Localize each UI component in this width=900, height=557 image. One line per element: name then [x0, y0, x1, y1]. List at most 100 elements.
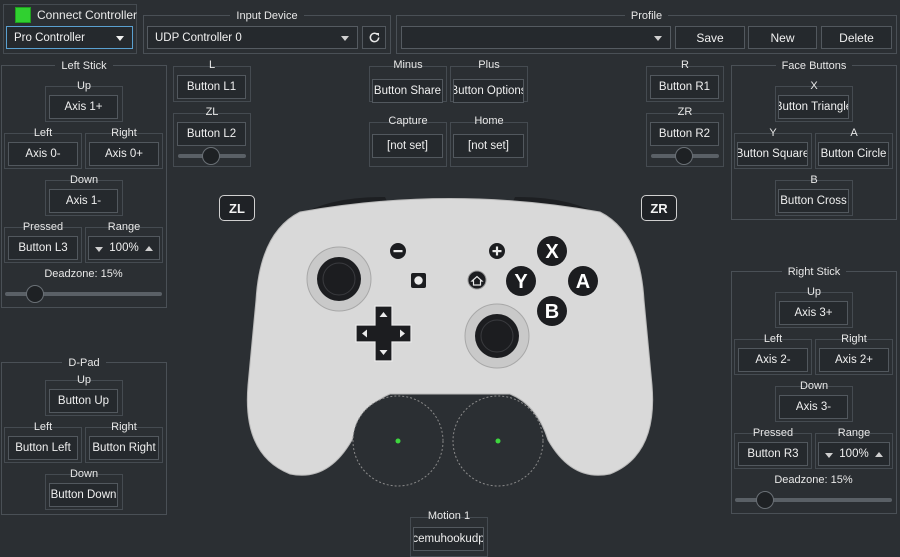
controller-body — [246, 198, 654, 476]
right-stick-dot — [495, 438, 501, 444]
dpad-up-label: Up — [76, 374, 92, 386]
ls-up-button[interactable]: Axis 1+ — [49, 95, 118, 119]
dpad-title: D-Pad — [62, 357, 106, 369]
save-button[interactable]: Save — [675, 26, 745, 49]
home-button[interactable]: [not set] — [453, 134, 524, 158]
svg-text:Y: Y — [514, 271, 528, 293]
face-x-button[interactable]: Button Triangle — [778, 95, 849, 119]
spin-down-icon[interactable] — [95, 247, 103, 252]
spin-down-icon[interactable] — [825, 453, 833, 458]
rs-down-button[interactable]: Axis 3- — [779, 395, 848, 419]
rs-range-label: Range — [837, 427, 871, 439]
ls-range-spinbox[interactable]: 100% — [88, 236, 160, 260]
ls-left-label: Left — [33, 127, 53, 139]
profile-select[interactable] — [401, 26, 671, 49]
face-x-label: X — [810, 80, 818, 92]
minus-label: Minus — [393, 59, 423, 71]
left-stick-title: Left Stick — [55, 60, 113, 72]
motion-button[interactable]: cemuhookudp — [413, 527, 484, 551]
controller-illustration: X Y A B — [246, 196, 654, 487]
svg-text:X: X — [545, 241, 559, 263]
left-stick-dot — [395, 438, 401, 444]
rs-up-button[interactable]: Axis 3+ — [779, 301, 848, 325]
right-stick-cap — [475, 314, 519, 358]
dpad-left-button[interactable]: Button Left — [8, 436, 78, 460]
ls-pressed-label: Pressed — [22, 221, 64, 233]
ls-deadzone-slider[interactable] — [26, 285, 44, 303]
face-y-label: Y — [769, 127, 777, 139]
controller-type-value: Pro Controller — [14, 31, 85, 44]
chevron-down-icon — [341, 35, 349, 41]
rs-right-label: Right — [841, 333, 867, 345]
spin-up-icon[interactable] — [145, 246, 153, 251]
refresh-icon — [369, 32, 379, 43]
input-device-select[interactable]: UDP Controller 0 — [147, 26, 358, 49]
face-b-button[interactable]: Button Cross — [778, 189, 849, 213]
zr-threshold-slider[interactable] — [675, 147, 693, 165]
motion-label: Motion 1 — [427, 510, 471, 522]
face-button-b-icon: B — [537, 296, 567, 326]
new-button[interactable]: New — [748, 26, 817, 49]
zl-button[interactable]: Button L2 — [177, 122, 246, 146]
input-device-value: UDP Controller 0 — [155, 31, 242, 44]
dpad-down-button[interactable]: Button Down — [49, 483, 118, 507]
ls-range-label: Range — [107, 221, 141, 233]
rs-down-label: Down — [799, 380, 829, 392]
ls-left-button[interactable]: Axis 0- — [8, 142, 78, 166]
face-a-label: A — [850, 127, 858, 139]
face-button-a-icon: A — [568, 266, 598, 296]
dpad-right-button[interactable]: Button Right — [89, 436, 159, 460]
rs-left-label: Left — [763, 333, 783, 345]
ls-deadzone-label: Deadzone: 15% — [44, 268, 123, 280]
connect-checkbox[interactable] — [15, 7, 31, 23]
capture-label: Capture — [388, 115, 428, 127]
svg-text:B: B — [545, 301, 559, 323]
rs-left-button[interactable]: Axis 2- — [738, 348, 808, 372]
dpad-left-label: Left — [33, 421, 53, 433]
right-stick-title: Right Stick — [781, 266, 847, 278]
face-button-x-icon: X — [537, 236, 567, 266]
chevron-down-icon — [654, 35, 662, 41]
face-a-button[interactable]: Button Circle — [818, 142, 889, 166]
plus-button[interactable]: Button Options — [453, 79, 524, 103]
zl-label: ZL — [205, 106, 219, 118]
left-stick-cap — [317, 257, 361, 301]
rs-deadzone-label: Deadzone: 15% — [774, 474, 853, 486]
chevron-down-icon — [116, 35, 124, 41]
controller-type-select[interactable]: Pro Controller — [6, 26, 133, 49]
zl-threshold-slider[interactable] — [202, 147, 220, 165]
l-button[interactable]: Button L1 — [177, 75, 246, 99]
connect-label: Connect Controller — [37, 8, 138, 22]
refresh-button[interactable] — [362, 26, 386, 49]
rs-range-spinbox[interactable]: 100% — [818, 442, 890, 466]
delete-button[interactable]: Delete — [821, 26, 892, 49]
minus-button[interactable]: Button Share — [372, 79, 443, 103]
face-y-button[interactable]: Button Square — [737, 142, 808, 166]
r-button[interactable]: Button R1 — [650, 75, 719, 99]
home-icon — [467, 270, 487, 290]
r-label: R — [681, 59, 689, 71]
ls-pressed-button[interactable]: Button L3 — [8, 236, 78, 260]
profile-title: Profile — [624, 10, 669, 22]
rs-range-value: 100% — [839, 448, 869, 460]
zr-button[interactable]: Button R2 — [650, 122, 719, 146]
rs-up-label: Up — [806, 286, 822, 298]
spin-up-icon[interactable] — [875, 452, 883, 457]
dpad-right-label: Right — [111, 421, 137, 433]
svg-text:A: A — [576, 271, 590, 293]
rs-pressed-button[interactable]: Button R3 — [738, 442, 808, 466]
face-buttons-title: Face Buttons — [775, 60, 853, 72]
home-label: Home — [474, 115, 504, 127]
ls-up-label: Up — [76, 80, 92, 92]
ls-right-button[interactable]: Axis 0+ — [89, 142, 159, 166]
dpad-down-label: Down — [69, 468, 99, 480]
capture-button[interactable]: [not set] — [372, 134, 443, 158]
dpad-up-button[interactable]: Button Up — [49, 389, 118, 413]
plus-label: Plus — [478, 59, 500, 71]
zr-label: ZR — [677, 106, 693, 118]
rs-right-button[interactable]: Axis 2+ — [819, 348, 889, 372]
ls-down-button[interactable]: Axis 1- — [49, 189, 118, 213]
rs-deadzone-slider[interactable] — [756, 491, 774, 509]
ls-range-value: 100% — [109, 242, 139, 254]
input-device-title: Input Device — [230, 10, 304, 22]
